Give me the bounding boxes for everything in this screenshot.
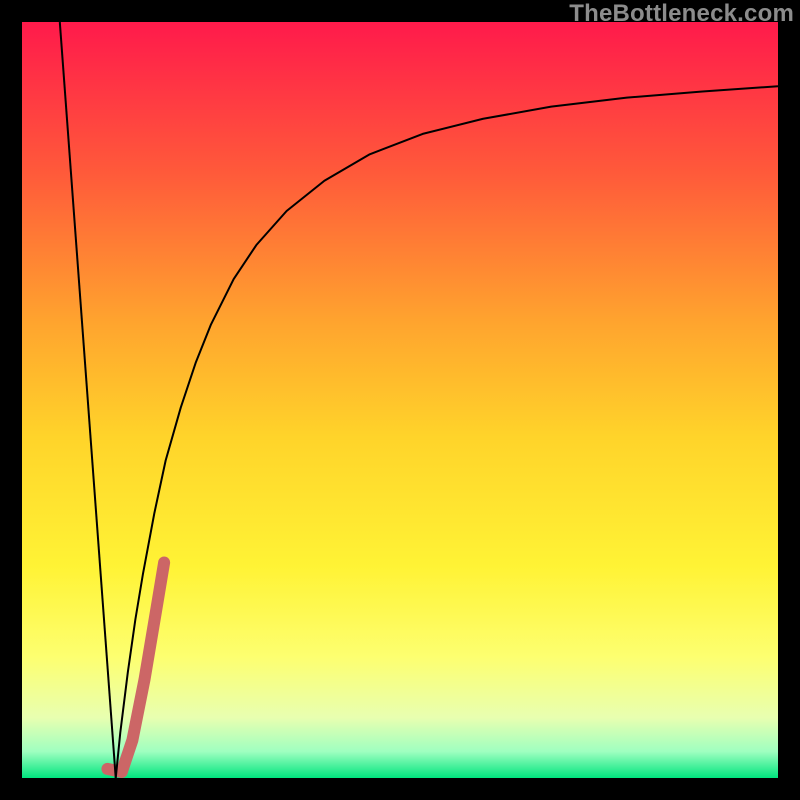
marker-segment xyxy=(107,563,164,772)
right-branch-line xyxy=(116,86,778,778)
chart-frame: TheBottleneck.com xyxy=(0,0,800,800)
curve-layer xyxy=(22,22,778,778)
watermark-text: TheBottleneck.com xyxy=(569,0,794,28)
plot-area xyxy=(22,22,778,778)
left-branch-line xyxy=(60,22,116,778)
